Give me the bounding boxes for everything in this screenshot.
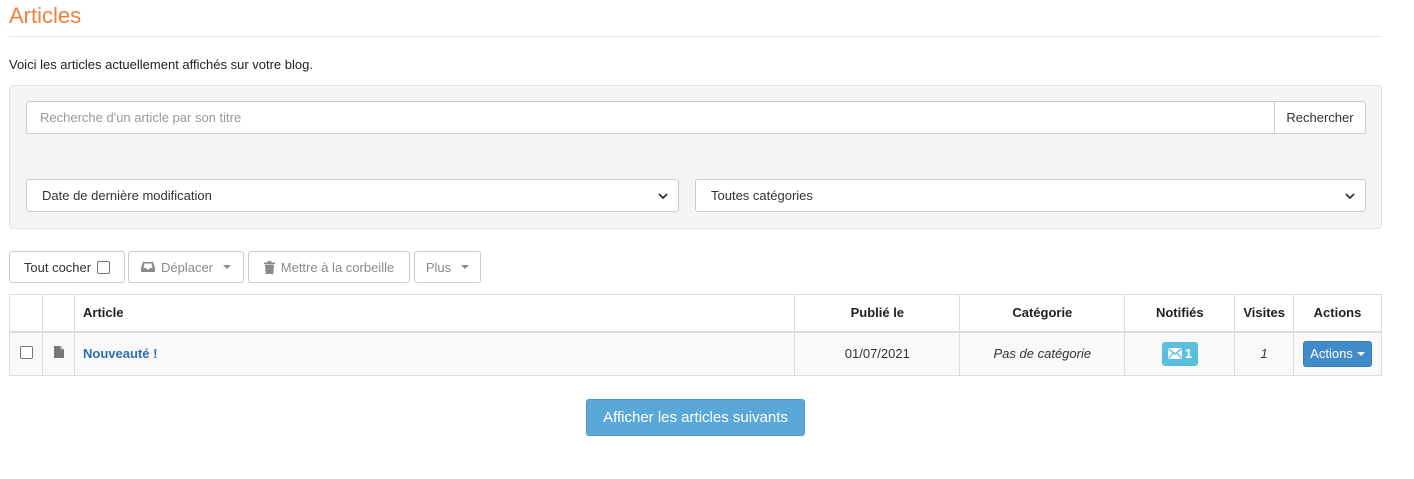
header-select xyxy=(9,294,43,333)
table-row: Nouveauté ! 01/07/2021 Pas de catégorie … xyxy=(9,331,1382,376)
page-title: Articles xyxy=(9,3,82,28)
more-label: Plus xyxy=(425,259,452,275)
row-title-cell: Nouveauté ! xyxy=(73,331,796,376)
trash-label: Mettre à la corbeille xyxy=(280,259,395,275)
header-type xyxy=(42,294,75,333)
sort-select[interactable]: Date de dernière modification xyxy=(26,179,679,212)
category-select-value: Toutes catégories xyxy=(711,188,813,203)
article-title-link[interactable]: Nouveauté ! xyxy=(83,346,157,361)
move-label: Déplacer xyxy=(160,259,214,275)
row-category-cell: Pas de catégorie xyxy=(959,331,1126,376)
table-header-row: Article Publié le Catégorie Notifiés Vis… xyxy=(9,294,1382,333)
search-input[interactable] xyxy=(26,101,1274,134)
title-divider xyxy=(9,36,1382,37)
check-all-checkbox[interactable] xyxy=(97,260,111,274)
sort-select-value: Date de dernière modification xyxy=(42,188,212,203)
header-published: Publié le xyxy=(794,294,961,333)
caret-down-icon xyxy=(223,265,232,269)
search-button[interactable]: Rechercher xyxy=(1274,101,1366,134)
chevron-down-icon xyxy=(1345,193,1355,200)
header-category: Catégorie xyxy=(959,294,1126,333)
header-actions: Actions xyxy=(1293,294,1382,333)
row-select-cell xyxy=(9,331,43,376)
search-group: Rechercher xyxy=(26,101,1366,134)
move-button[interactable]: Déplacer xyxy=(128,251,244,283)
notified-badge[interactable]: 1 xyxy=(1161,341,1198,366)
category-select[interactable]: Toutes catégories xyxy=(695,179,1366,212)
header-notified: Notifiés xyxy=(1124,294,1236,333)
trash-button[interactable]: Mettre à la corbeille xyxy=(248,251,410,283)
header-article: Article xyxy=(73,294,796,333)
row-visits-cell: 1 xyxy=(1234,331,1294,376)
row-type-cell xyxy=(42,331,75,376)
row-published-cell: 01/07/2021 xyxy=(794,331,961,376)
filter-panel: Rechercher Date de dernière modification… xyxy=(9,85,1382,229)
notified-count: 1 xyxy=(1184,346,1192,362)
inbox-icon xyxy=(140,262,155,272)
row-actions-button[interactable]: Actions xyxy=(1303,340,1372,367)
check-all-button[interactable]: Tout cocher xyxy=(9,251,125,283)
row-actions-cell: Actions xyxy=(1293,331,1382,376)
intro-text: Voici les articles actuellement affichés… xyxy=(9,57,313,72)
row-actions-label: Actions xyxy=(1310,346,1353,362)
header-visits: Visites xyxy=(1234,294,1294,333)
check-all-label: Tout cocher xyxy=(23,259,92,275)
envelope-icon xyxy=(1167,348,1182,360)
row-checkbox[interactable] xyxy=(19,345,33,359)
chevron-down-icon xyxy=(658,193,668,200)
load-more-button[interactable]: Afficher les articles suivants xyxy=(586,399,805,436)
caret-down-icon xyxy=(461,265,470,269)
caret-down-icon xyxy=(1356,351,1365,356)
articles-table: Article Publié le Catégorie Notifiés Vis… xyxy=(9,294,1382,376)
row-notified-cell: 1 xyxy=(1124,331,1236,376)
document-icon xyxy=(53,346,64,359)
more-button[interactable]: Plus xyxy=(414,251,481,283)
trash-icon xyxy=(263,260,275,274)
